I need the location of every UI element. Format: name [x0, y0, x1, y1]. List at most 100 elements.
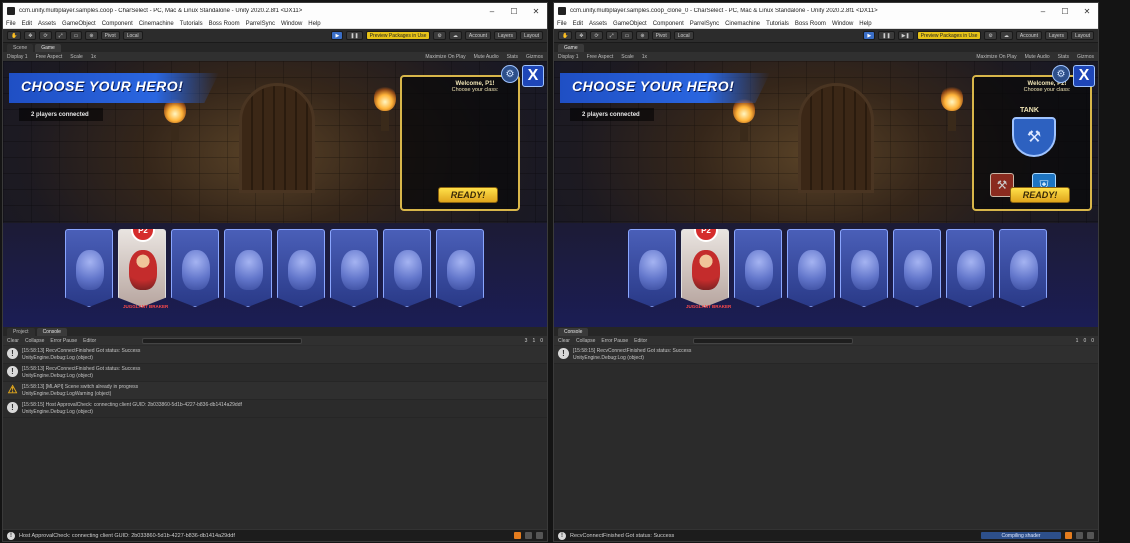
menu-gameobject[interactable]: GameObject: [62, 21, 96, 27]
transform-tool-icon[interactable]: ⊕: [85, 31, 98, 40]
hero-seat[interactable]: [999, 229, 1047, 307]
menu-parrelsync[interactable]: ParrelSync: [690, 21, 719, 27]
stats-toggle[interactable]: Stats: [1058, 54, 1069, 60]
error-count[interactable]: 0: [540, 338, 543, 344]
log-entry[interactable]: ! [15:58:13] RecvConnectFinished Got stat…: [3, 346, 547, 364]
step-button[interactable]: ▶❚: [897, 31, 914, 40]
title-bar[interactable]: ccm.unity.multiplayer.samples.coop - Cha…: [3, 3, 547, 19]
info-count[interactable]: 1: [1076, 338, 1079, 344]
menu-boss-room[interactable]: Boss Room: [209, 21, 240, 27]
hero-seat[interactable]: [330, 229, 378, 307]
menu-assets[interactable]: Assets: [38, 21, 56, 27]
hero-seat[interactable]: [734, 229, 782, 307]
pause-button[interactable]: ❚❚: [878, 31, 895, 40]
error-pause-toggle[interactable]: Error Pause: [601, 338, 628, 344]
status-message[interactable]: Host ApprovalCheck: connecting client GU…: [19, 533, 510, 539]
menu-gameobject[interactable]: GameObject: [613, 21, 647, 27]
hero-seat[interactable]: [787, 229, 835, 307]
console-search-input[interactable]: [142, 337, 303, 344]
aspect-dropdown[interactable]: Free Aspect: [587, 54, 614, 60]
hero-seat[interactable]: [383, 229, 431, 307]
tab-scene[interactable]: Scene: [7, 44, 34, 52]
menu-tutorials[interactable]: Tutorials: [766, 21, 789, 27]
clear-button[interactable]: Clear: [558, 338, 570, 344]
menu-cinemachine[interactable]: Cinemachine: [725, 21, 760, 27]
hero-seat[interactable]: [840, 229, 888, 307]
close-x-icon[interactable]: X: [1073, 65, 1095, 87]
menu-window[interactable]: Window: [281, 21, 302, 27]
hero-seat-selected[interactable]: P2: [681, 229, 729, 307]
tab-console[interactable]: Console: [36, 328, 67, 336]
rect-tool-icon[interactable]: ▭: [620, 31, 634, 40]
debug-icon[interactable]: [536, 532, 543, 539]
pause-button[interactable]: ❚❚: [346, 31, 363, 40]
unity-editor-window-host[interactable]: ccm.unity.multiplayer.samples.coop - Cha…: [2, 2, 548, 542]
cloud-icon[interactable]: ☁: [999, 31, 1013, 40]
local-toggle[interactable]: Local: [673, 31, 694, 40]
editor-dropdown[interactable]: Editor: [83, 338, 96, 344]
notification-icon[interactable]: [525, 532, 532, 539]
close-button[interactable]: ✕: [525, 7, 547, 16]
error-pause-toggle[interactable]: Error Pause: [50, 338, 77, 344]
unity-editor-window-clone[interactable]: ccm.unity.multiplayer.samples.coop_clone…: [553, 2, 1099, 542]
menu-file[interactable]: File: [6, 21, 16, 27]
maximize-on-play-toggle[interactable]: Maximize On Play: [976, 54, 1016, 60]
maximize-on-play-toggle[interactable]: Maximize On Play: [425, 54, 465, 60]
editor-dropdown[interactable]: Editor: [634, 338, 647, 344]
scale-value[interactable]: 1x: [642, 54, 647, 60]
layout-dropdown[interactable]: Layout: [1070, 31, 1094, 40]
play-button[interactable]: ▶: [863, 31, 876, 40]
account-dropdown[interactable]: Account: [1015, 31, 1042, 40]
menu-parrelsync[interactable]: ParrelSync: [246, 21, 275, 27]
maximize-button[interactable]: ☐: [503, 7, 525, 16]
display-dropdown[interactable]: Display 1: [7, 54, 28, 60]
game-viewport[interactable]: CHOOSE YOUR HERO! 2 players connected We…: [3, 61, 547, 328]
clear-button[interactable]: Clear: [7, 338, 19, 344]
menu-cinemachine[interactable]: Cinemachine: [139, 21, 174, 27]
tab-game[interactable]: Game: [558, 44, 584, 52]
settings-gear-icon[interactable]: ⚙: [501, 65, 519, 83]
tab-console[interactable]: Console: [558, 328, 589, 336]
layers-dropdown[interactable]: Layers: [493, 31, 517, 40]
hero-seat[interactable]: [628, 229, 676, 307]
menu-boss-room[interactable]: Boss Room: [795, 21, 826, 27]
minimize-button[interactable]: –: [1032, 7, 1054, 16]
rotate-tool-icon[interactable]: ⟳: [39, 31, 52, 40]
scale-value[interactable]: 1x: [91, 54, 96, 60]
menu-tutorials[interactable]: Tutorials: [180, 21, 203, 27]
notification-icon[interactable]: [1076, 532, 1083, 539]
scale-tool-icon[interactable]: ⤢: [54, 31, 67, 40]
hero-seat[interactable]: [277, 229, 325, 307]
collab-icon[interactable]: ⚙: [433, 31, 446, 40]
menu-window[interactable]: Window: [832, 21, 853, 27]
close-x-icon[interactable]: X: [522, 65, 544, 87]
menu-assets[interactable]: Assets: [589, 21, 607, 27]
hand-tool-icon[interactable]: ✋: [7, 31, 22, 40]
account-dropdown[interactable]: Account: [464, 31, 491, 40]
info-count[interactable]: 3: [525, 338, 528, 344]
log-entry[interactable]: ⚠ [15:58:13] [MLAPI] Scene switch already…: [3, 382, 547, 400]
debug-icon[interactable]: [1087, 532, 1094, 539]
tab-project[interactable]: Project: [7, 328, 35, 336]
hero-seat[interactable]: [224, 229, 272, 307]
warning-count[interactable]: 0: [1083, 338, 1086, 344]
hero-seat[interactable]: [946, 229, 994, 307]
hero-seat[interactable]: [65, 229, 113, 307]
layout-dropdown[interactable]: Layout: [519, 31, 543, 40]
display-dropdown[interactable]: Display 1: [558, 54, 579, 60]
preview-packages-button[interactable]: Preview Packages in Use: [365, 31, 431, 40]
ready-button[interactable]: READY!: [438, 187, 498, 203]
scale-tool-icon[interactable]: ⤢: [605, 31, 618, 40]
cloud-icon[interactable]: ☁: [448, 31, 462, 40]
rotate-tool-icon[interactable]: ⟳: [590, 31, 603, 40]
ready-button[interactable]: READY!: [1010, 187, 1070, 203]
hero-seat[interactable]: [893, 229, 941, 307]
game-viewport[interactable]: CHOOSE YOUR HERO! 2 players connected We…: [554, 61, 1098, 328]
rect-tool-icon[interactable]: ▭: [69, 31, 83, 40]
pivot-toggle[interactable]: Pivot: [651, 31, 671, 40]
hero-seat[interactable]: [171, 229, 219, 307]
close-button[interactable]: ✕: [1076, 7, 1098, 16]
settings-gear-icon[interactable]: ⚙: [1052, 65, 1070, 83]
console-search-input[interactable]: [693, 337, 854, 344]
pivot-toggle[interactable]: Pivot: [100, 31, 120, 40]
